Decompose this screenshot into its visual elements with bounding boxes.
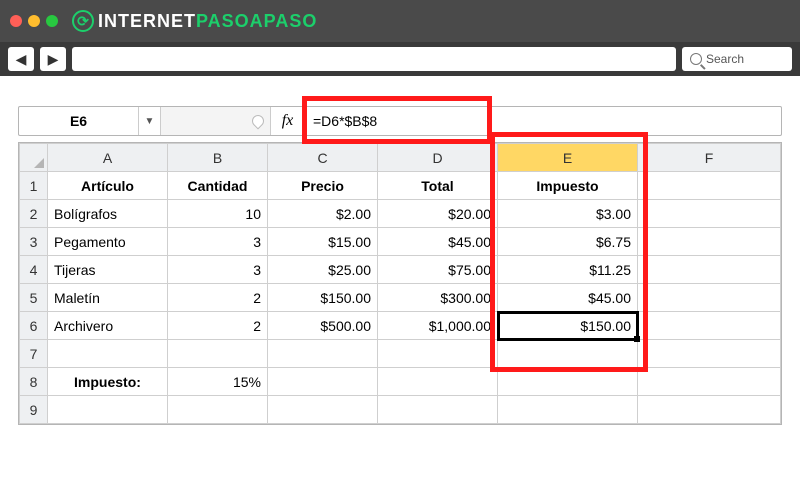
cell-c9[interactable]: [268, 396, 378, 424]
cell-b7[interactable]: [168, 340, 268, 368]
cell-e5[interactable]: $45.00: [498, 284, 638, 312]
cell-e3[interactable]: $6.75: [498, 228, 638, 256]
back-button[interactable]: ◀: [8, 47, 34, 71]
cell-e1[interactable]: Impuesto: [498, 172, 638, 200]
col-head-d[interactable]: D: [378, 144, 498, 172]
logo-badge-icon: ⟳: [72, 10, 94, 32]
cell-c6[interactable]: $500.00: [268, 312, 378, 340]
cell-b8[interactable]: 15%: [168, 368, 268, 396]
browser-navbar: ◀ ▶ Search: [0, 42, 800, 76]
cell-f1[interactable]: [638, 172, 781, 200]
cell-e4[interactable]: $11.25: [498, 256, 638, 284]
spreadsheet-grid[interactable]: A B C D E F 1 Artículo Cantidad Precio T…: [18, 142, 782, 425]
cell-f8[interactable]: [638, 368, 781, 396]
cell-e7[interactable]: [498, 340, 638, 368]
cell-a2[interactable]: Bolígrafos: [48, 200, 168, 228]
cell-d8[interactable]: [378, 368, 498, 396]
cell-b2[interactable]: 10: [168, 200, 268, 228]
cell-b3[interactable]: 3: [168, 228, 268, 256]
row-head-3[interactable]: 3: [20, 228, 48, 256]
cell-b9[interactable]: [168, 396, 268, 424]
name-box-dropdown-icon[interactable]: ▼: [139, 107, 161, 135]
browser-titlebar: ⟳ INTERNETPASOAPASO: [0, 0, 800, 42]
cell-d9[interactable]: [378, 396, 498, 424]
cell-f2[interactable]: [638, 200, 781, 228]
cell-c4[interactable]: $25.00: [268, 256, 378, 284]
window-controls: [10, 15, 58, 27]
row-head-6[interactable]: 6: [20, 312, 48, 340]
maximize-icon[interactable]: [46, 15, 58, 27]
cell-f4[interactable]: [638, 256, 781, 284]
col-head-e[interactable]: E: [498, 144, 638, 172]
forward-button[interactable]: ▶: [40, 47, 66, 71]
row-head-8[interactable]: 8: [20, 368, 48, 396]
cell-e6-active[interactable]: $150.00: [498, 312, 638, 340]
spreadsheet-app: E6 ▼ fx =D6*$B$8 A B C D E F 1 Artículo …: [0, 76, 800, 500]
cell-c2[interactable]: $2.00: [268, 200, 378, 228]
brand-part-2: PASOAPASO: [196, 11, 317, 31]
cell-e8[interactable]: [498, 368, 638, 396]
col-head-f[interactable]: F: [638, 144, 781, 172]
cell-b4[interactable]: 3: [168, 256, 268, 284]
brand-part-1: INTERNET: [98, 11, 196, 31]
cell-f5[interactable]: [638, 284, 781, 312]
cell-d2[interactable]: $20.00: [378, 200, 498, 228]
cell-d4[interactable]: $75.00: [378, 256, 498, 284]
cell-c7[interactable]: [268, 340, 378, 368]
col-head-b[interactable]: B: [168, 144, 268, 172]
col-head-a[interactable]: A: [48, 144, 168, 172]
cell-d7[interactable]: [378, 340, 498, 368]
cell-d1[interactable]: Total: [378, 172, 498, 200]
close-icon[interactable]: [10, 15, 22, 27]
url-input[interactable]: [72, 47, 676, 71]
cell-b5[interactable]: 2: [168, 284, 268, 312]
cell-d6[interactable]: $1,000.00: [378, 312, 498, 340]
row-head-4[interactable]: 4: [20, 256, 48, 284]
formula-bar: E6 ▼ fx =D6*$B$8: [18, 106, 782, 136]
cell-f7[interactable]: [638, 340, 781, 368]
row-head-7[interactable]: 7: [20, 340, 48, 368]
cell-a4[interactable]: Tijeras: [48, 256, 168, 284]
fx-icon[interactable]: fx: [271, 107, 305, 135]
cell-f9[interactable]: [638, 396, 781, 424]
cell-c3[interactable]: $15.00: [268, 228, 378, 256]
cell-a7[interactable]: [48, 340, 168, 368]
cell-a3[interactable]: Pegamento: [48, 228, 168, 256]
cell-a5[interactable]: Maletín: [48, 284, 168, 312]
row-head-5[interactable]: 5: [20, 284, 48, 312]
row-head-1[interactable]: 1: [20, 172, 48, 200]
row-head-9[interactable]: 9: [20, 396, 48, 424]
cell-c5[interactable]: $150.00: [268, 284, 378, 312]
cell-a8[interactable]: Impuesto:: [48, 368, 168, 396]
cell-c8[interactable]: [268, 368, 378, 396]
cell-d3[interactable]: $45.00: [378, 228, 498, 256]
cell-f6[interactable]: [638, 312, 781, 340]
search-box[interactable]: Search: [682, 47, 792, 71]
cell-e9[interactable]: [498, 396, 638, 424]
cell-a1[interactable]: Artículo: [48, 172, 168, 200]
select-all-corner[interactable]: [20, 144, 48, 172]
cell-c1[interactable]: Precio: [268, 172, 378, 200]
cell-a9[interactable]: [48, 396, 168, 424]
cell-e2[interactable]: $3.00: [498, 200, 638, 228]
cell-b1[interactable]: Cantidad: [168, 172, 268, 200]
cell-b6[interactable]: 2: [168, 312, 268, 340]
formula-cancel-area: [161, 107, 271, 135]
search-icon: [690, 53, 702, 65]
cell-a6[interactable]: Archivero: [48, 312, 168, 340]
cell-f3[interactable]: [638, 228, 781, 256]
formula-input[interactable]: =D6*$B$8: [305, 107, 781, 135]
col-head-c[interactable]: C: [268, 144, 378, 172]
minimize-icon[interactable]: [28, 15, 40, 27]
site-logo: ⟳ INTERNETPASOAPASO: [72, 10, 317, 32]
row-head-2[interactable]: 2: [20, 200, 48, 228]
search-placeholder: Search: [706, 52, 744, 66]
name-box[interactable]: E6: [19, 107, 139, 135]
cell-d5[interactable]: $300.00: [378, 284, 498, 312]
